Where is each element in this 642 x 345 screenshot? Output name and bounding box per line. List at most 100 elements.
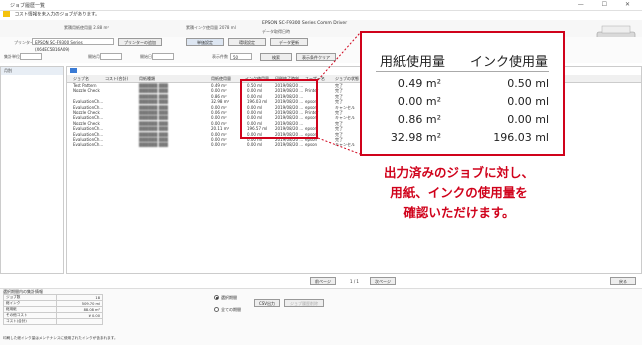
data-update-button[interactable]: データ更新: [270, 38, 308, 46]
job-name-cell: Nozzle Check: [73, 110, 100, 115]
search-button[interactable]: 検索: [260, 53, 292, 61]
window-title: ジョブ履歴一覧: [10, 3, 46, 9]
paper-type-cell: ██████ ███: [139, 120, 168, 126]
job-name-cell: Nozzle Check: [73, 88, 100, 94]
printer-label: プリンター: [14, 40, 34, 45]
paper-usage-cell: 0.00 m²: [211, 131, 227, 137]
job-name-cell: Nozzle Check: [73, 120, 100, 126]
callout-ink-value: 0.50 ml: [507, 77, 549, 90]
radio-all-label: 全ての期間: [221, 307, 241, 312]
radio-all-period[interactable]: [214, 307, 219, 312]
radio-selected-label: 選択期間: [221, 295, 237, 300]
window-controls[interactable]: — ☐ ✕: [578, 1, 638, 8]
col-paper-type[interactable]: 用紙種類: [139, 76, 155, 82]
paper-usage-cell: 0.49 m²: [211, 83, 227, 88]
prev-page-button[interactable]: 前ページ: [310, 277, 336, 285]
warning-icon: [3, 11, 10, 17]
description-line-1: 出力済みのジョブに対し、: [383, 165, 534, 180]
pager: 前ページ 1 / 1 次ページ 戻る: [66, 276, 642, 286]
job-name-cell: EvaluationCh...: [73, 104, 104, 110]
summary-panel: 選択期間内の集計情報 ジョブ数 18 総インク 509.70 ml 総用紙 88.08 m…: [0, 288, 642, 345]
job-name-cell: EvaluationCh...: [73, 126, 104, 132]
usage-callout: 用紙使用量 インク使用量 0.49 m² 0.50 ml 0.00 m² 0.00 m…: [360, 31, 565, 156]
csv-export-button[interactable]: CSV出力: [254, 299, 280, 307]
callout-divider: [376, 71, 549, 72]
display-label: 表示件数: [212, 54, 228, 59]
back-button[interactable]: 戻る: [610, 277, 636, 285]
description-line-3: 確認いただけます。: [403, 205, 515, 220]
display-count-select[interactable]: 50: [230, 53, 252, 60]
callout-ink-value: 196.03 ml: [493, 131, 549, 144]
paper-type-cell: ██████ ███: [139, 115, 168, 121]
paper-usage-cell: 0.86 m²: [211, 93, 227, 99]
title-bar: ジョブ履歴一覧 — ☐ ✕: [0, 0, 642, 11]
paper-usage-cell: 0.00 m²: [211, 120, 227, 126]
job-name-cell: EvaluationCh...: [73, 99, 104, 105]
job-name-cell: EvaluationCh...: [73, 131, 104, 137]
summary-table: ジョブ数 18 総インク 509.70 ml 総用紙 88.08 m² その他コスト ¥ 0.…: [3, 294, 104, 325]
job-name-cell: EvaluationCh...: [73, 137, 104, 142]
paper-type-cell: ██████ ███: [139, 137, 168, 142]
paper-type-cell: ██████ ███: [139, 88, 168, 94]
end-time-cell: 2019/08/20 ...: [275, 142, 304, 148]
unit-setting-button[interactable]: 単価設定: [186, 38, 224, 46]
paper-type-cell: ██████ ███: [139, 104, 168, 110]
paper-type-cell: ██████ ███: [139, 110, 168, 115]
user-cell: epson: [305, 142, 318, 148]
sidebar-header: 月別: [1, 67, 63, 75]
callout-paper-value: 0.86 m²: [397, 113, 441, 126]
history-setting-button[interactable]: 環境設定: [228, 38, 266, 46]
callout-paper-value: 32.98 m²: [390, 131, 441, 144]
next-page-button[interactable]: 次ページ: [370, 277, 396, 285]
col-paper-usage[interactable]: 用紙使用量: [211, 76, 231, 82]
clear-button[interactable]: 表示条件クリア: [296, 53, 336, 61]
col-cost[interactable]: コスト(合計): [105, 76, 128, 82]
radio-selected-period[interactable]: [214, 295, 219, 300]
job-name-cell: Test Pattern: [73, 83, 97, 88]
product-name: EPSON SC-F9300 Series Comm Driver: [262, 21, 348, 26]
state-cell: キャンセル: [335, 142, 355, 148]
delete-history-button[interactable]: ジョブ履歴削除: [284, 299, 324, 307]
callout-paper-value: 0.49 m²: [397, 77, 441, 90]
usage-highlight-box: [240, 79, 318, 139]
paper-usage-cell: 0.00 m²: [211, 104, 227, 110]
col-state[interactable]: ジョブの状態: [335, 76, 359, 82]
paper-type-cell: ██████ ███: [139, 126, 168, 132]
paper-usage-cell: 0.00 m²: [211, 137, 227, 142]
notice-bar: コスト情報を未入力のジョブがあります。: [3, 11, 263, 19]
paper-usage-cell: 0.00 m²: [211, 115, 227, 121]
start-label: 開始月: [88, 54, 100, 59]
paper-type-cell: ██████ ███: [139, 83, 168, 88]
summary-row: コスト(合計): [3, 318, 104, 325]
notice-text: コスト情報を未入力のジョブがあります。: [14, 12, 100, 18]
paper-usage-cell: 32.98 m²: [211, 99, 230, 105]
col-job-name[interactable]: ジョブ名: [73, 76, 89, 82]
folder-icon: [70, 68, 77, 73]
callout-ink-value: 0.00 ml: [507, 113, 549, 126]
paper-type-cell: ██████ ███: [139, 142, 168, 148]
start-select[interactable]: [100, 53, 122, 60]
summary-label: コスト(合計): [3, 318, 57, 325]
paper-usage-cell: 0.00 m²: [211, 142, 227, 148]
period-select[interactable]: [20, 53, 42, 60]
paper-usage-cell: 0.06 m²: [211, 110, 227, 115]
paper-usage-cell: 20.11 m²: [211, 126, 230, 132]
end-label: 開始日: [140, 54, 152, 59]
paper-usage-cell: 0.00 m²: [211, 88, 227, 94]
summary-value: [55, 318, 104, 325]
callout-header-ink: インク使用量: [470, 55, 549, 70]
job-name-cell: EvaluationCh...: [73, 115, 104, 121]
end-select[interactable]: [152, 53, 174, 60]
page-indicator: 1 / 1: [350, 279, 359, 284]
period-label: 集計単位: [4, 54, 20, 59]
paper-type-cell: ██████ ███: [139, 99, 168, 105]
paper-type-cell: ██████ ███: [139, 131, 168, 137]
printer-select[interactable]: EPSON SC-F9300 Series (X64EC5B16A09): [32, 38, 114, 52]
ink-total: 累積インク使用量 2078 ml: [186, 25, 236, 30]
add-printer-button[interactable]: プリンターの追加: [118, 38, 162, 46]
sidebar: 月別: [0, 66, 64, 274]
job-name-cell: EvaluationCh...: [73, 142, 104, 148]
callout-ink-value: 0.00 ml: [507, 95, 549, 108]
description: 出力済みのジョブに対し、 用紙、インクの使用量を 確認いただけます。: [368, 163, 550, 223]
ink-usage-cell: 0.00 ml: [247, 142, 263, 148]
